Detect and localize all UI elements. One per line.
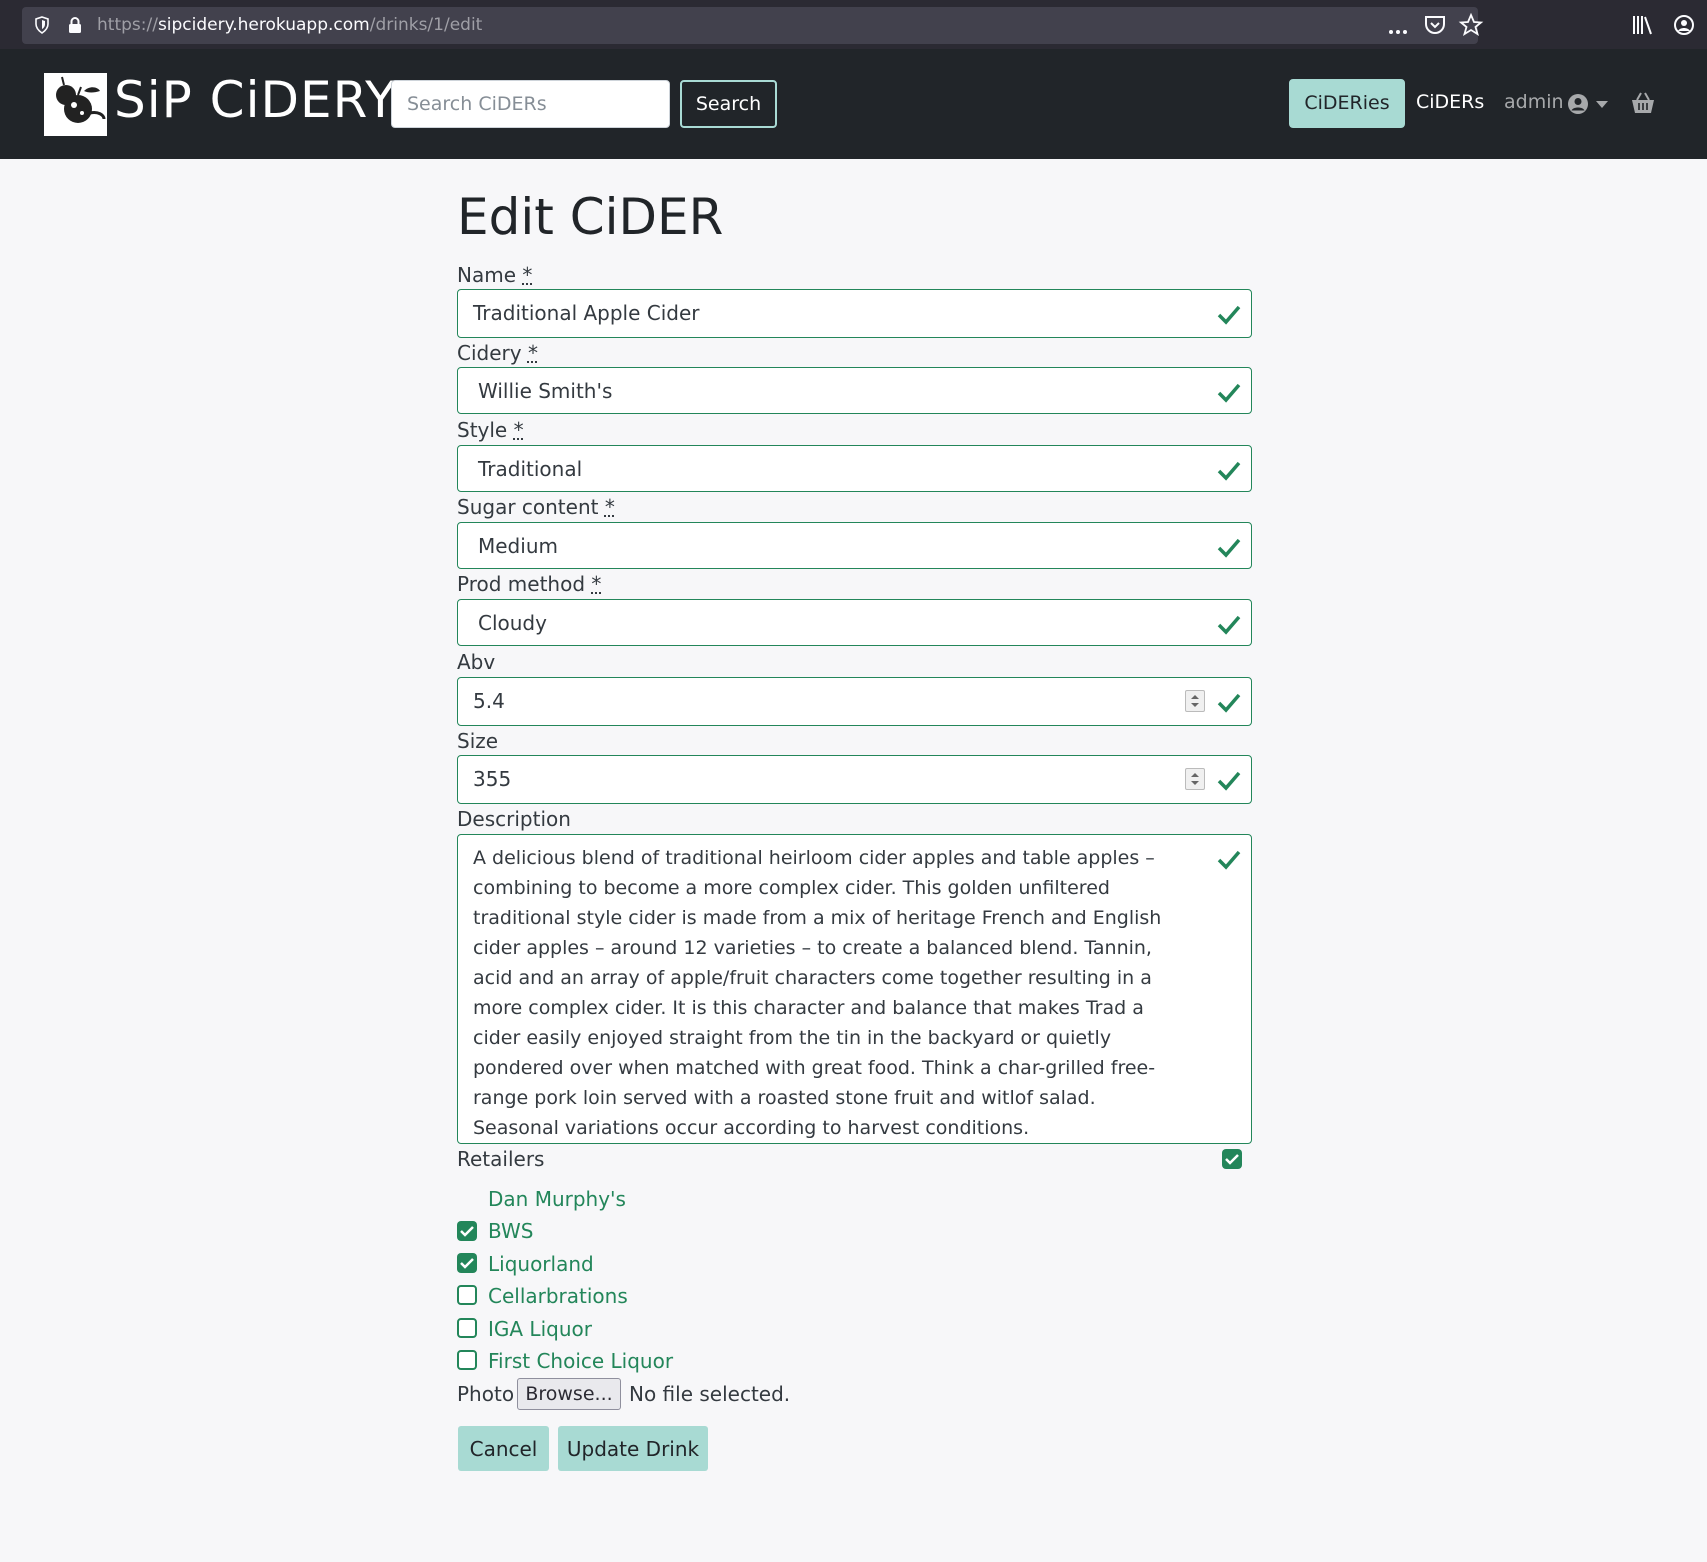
check-icon [1217,771,1241,791]
pocket-icon[interactable] [1422,12,1448,38]
brand-name[interactable]: SiP CiDERY [114,71,397,129]
checkmark-icon [460,1226,474,1237]
browse-button[interactable]: Browse... [517,1378,621,1410]
check-icon [1217,383,1241,403]
abv-label: Abv [457,650,496,674]
sugar-content-select[interactable]: Medium [457,522,1252,569]
file-status: No file selected. [629,1382,791,1406]
required-mark: * [527,341,538,365]
nav-cideries-button[interactable]: CiDERies [1289,79,1405,128]
retailer-label-iga-liquor[interactable]: IGA Liquor [488,1317,592,1341]
size-stepper[interactable] [1185,768,1205,790]
photo-label: Photo [457,1382,515,1406]
page-title: Edit CiDER [457,188,724,246]
check-icon [1217,693,1241,713]
app-navbar: SiP CiDERY Search CiDERies CiDERs admin [0,49,1707,159]
retailer-checkbox-iga-liquor[interactable] [457,1318,477,1338]
basket-icon[interactable] [1630,91,1656,115]
cidery-label: Cidery * [457,341,538,365]
check-icon [1217,615,1241,635]
retailer-label-bws[interactable]: BWS [488,1219,533,1243]
prod-method-label: Prod method * [457,572,602,596]
address-bar[interactable]: https://sipcidery.herokuapp.com/drinks/1… [22,7,1484,45]
browser-toolbar: https://sipcidery.herokuapp.com/drinks/1… [0,0,1707,49]
check-icon [1217,461,1241,481]
required-mark: * [591,572,602,596]
update-drink-button[interactable]: Update Drink [558,1426,708,1471]
retailers-label: Retailers [457,1147,545,1171]
size-input[interactable]: 355 [457,755,1252,804]
check-icon [1217,850,1241,870]
retailer-checkbox-bws[interactable] [457,1221,477,1241]
retailers-valid-checkbox[interactable] [1222,1149,1242,1169]
size-input-value: 355 [473,767,512,791]
chevron-down-icon[interactable] [1596,101,1608,108]
user-circle-icon[interactable] [1567,93,1589,115]
bookmark-star-icon[interactable] [1458,12,1484,38]
description-label: Description [457,807,571,831]
cidery-select-value: Willie Smith's [478,379,613,403]
required-mark: * [513,418,524,442]
style-select-value: Traditional [478,457,583,481]
style-select[interactable]: Traditional [457,445,1252,492]
shield-icon[interactable] [34,16,50,34]
retailer-option-dan-murphys[interactable]: Dan Murphy's [488,1187,626,1211]
search-button[interactable]: Search [680,80,777,128]
description-textarea[interactable]: A delicious blend of traditional heirloo… [457,834,1252,1144]
check-icon [1217,305,1241,325]
name-label: Name * [457,263,533,287]
abv-stepper[interactable] [1185,690,1205,712]
logo[interactable] [44,73,107,136]
checkmark-icon [460,1258,474,1269]
cancel-button[interactable]: Cancel [458,1426,549,1471]
retailer-label-liquorland[interactable]: Liquorland [488,1252,594,1276]
sugar-content-value: Medium [478,534,558,558]
name-field-value: Traditional Apple Cider [473,301,700,325]
required-mark: * [604,495,615,519]
library-icon[interactable] [1630,12,1656,38]
retailer-label-cellarbrations[interactable]: Cellarbrations [488,1284,628,1308]
search-input[interactable] [391,80,670,128]
apple-logo-icon [56,76,106,123]
retailer-label-first-choice[interactable]: First Choice Liquor [488,1349,673,1373]
description-text: A delicious blend of traditional heirloo… [473,847,1162,1139]
style-label: Style * [457,418,524,442]
account-icon[interactable] [1671,12,1697,38]
more-options-icon[interactable] [1385,19,1411,45]
retailer-checkbox-liquorland[interactable] [457,1253,477,1273]
prod-method-select[interactable]: Cloudy [457,599,1252,646]
sugar-content-label: Sugar content * [457,495,615,519]
required-mark: * [522,263,533,287]
name-field[interactable]: Traditional Apple Cider [457,289,1252,338]
retailer-checkbox-first-choice[interactable] [457,1350,477,1370]
cidery-select[interactable]: Willie Smith's [457,367,1252,414]
retailer-checkbox-cellarbrations[interactable] [457,1285,477,1305]
check-icon [1217,538,1241,558]
checkmark-icon [1225,1154,1239,1165]
url-text[interactable]: https://sipcidery.herokuapp.com/drinks/1… [97,15,482,35]
user-menu-label[interactable]: admin [1504,91,1564,113]
abv-input[interactable]: 5.4 [457,677,1252,726]
lock-icon[interactable] [67,16,83,34]
size-label: Size [457,729,499,753]
prod-method-value: Cloudy [478,611,547,635]
abv-input-value: 5.4 [473,689,505,713]
nav-ciders-link[interactable]: CiDERs [1416,91,1484,113]
